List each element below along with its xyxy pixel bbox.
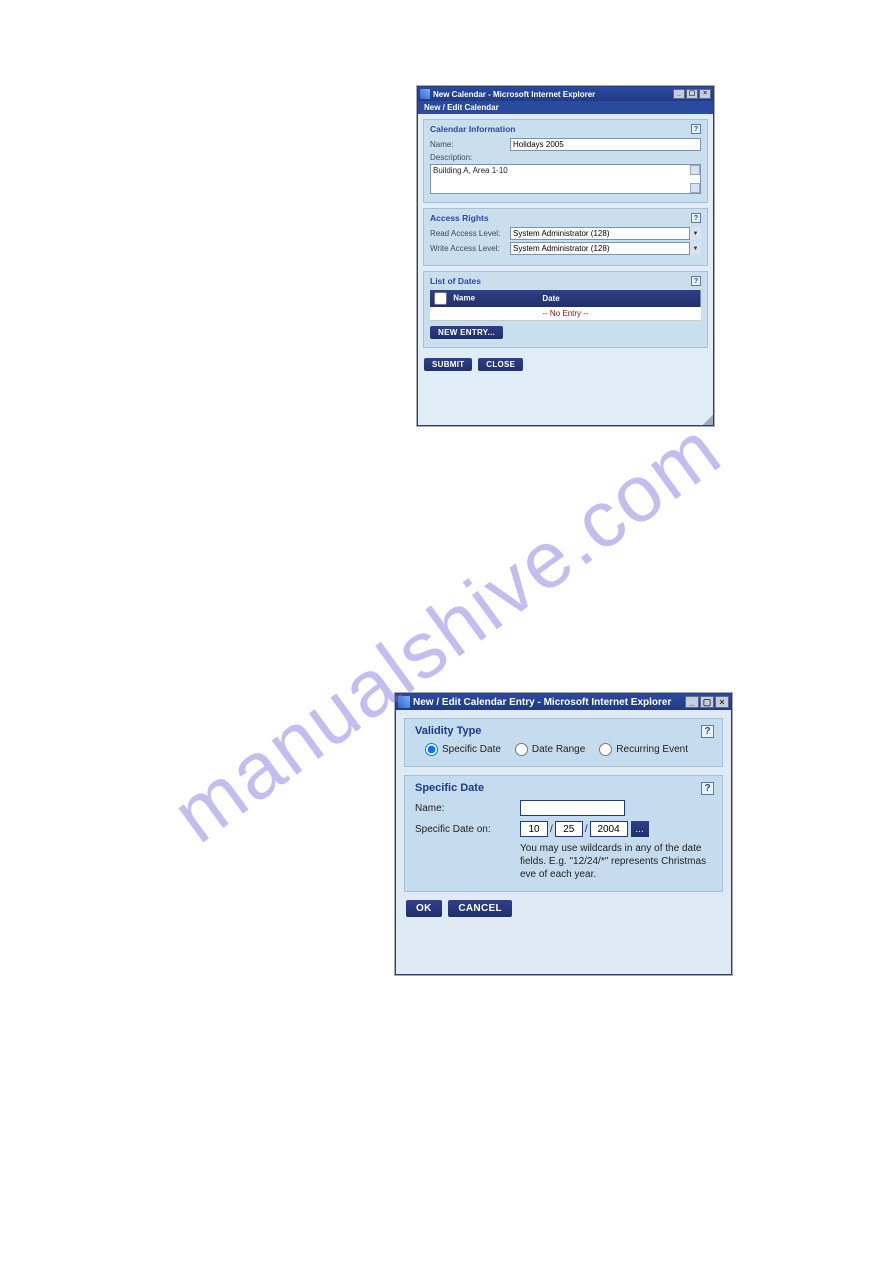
help-icon[interactable]: ? [691, 276, 701, 286]
panel-validity-type: ? Validity Type Specific Date Date Range… [404, 718, 723, 767]
panel-title: Specific Date [415, 782, 712, 794]
radio-date-range[interactable]: Date Range [515, 743, 585, 756]
panel-title: Calendar Information [430, 124, 701, 134]
scroll-down-button[interactable] [690, 183, 700, 193]
name-label: Name: [430, 140, 510, 149]
help-icon[interactable]: ? [701, 782, 714, 795]
date-day-input[interactable] [555, 821, 583, 837]
panel-title: List of Dates [430, 276, 701, 286]
date-year-input[interactable] [590, 821, 628, 837]
radio-specific-label: Specific Date [442, 744, 501, 755]
name-input[interactable] [510, 138, 701, 151]
panel-specific-date: ? Specific Date Name: Specific Date on: … [404, 775, 723, 892]
page-subheader: New / Edit Calendar [418, 101, 713, 114]
date-separator: / [550, 824, 553, 835]
select-all-checkbox[interactable] [434, 292, 447, 305]
window-new-calendar: New Calendar - Microsoft Internet Explor… [417, 86, 714, 426]
help-icon[interactable]: ? [701, 725, 714, 738]
window-title: New / Edit Calendar Entry - Microsoft In… [413, 697, 685, 708]
panel-title: Access Rights [430, 213, 701, 223]
titlebar: New Calendar - Microsoft Internet Explor… [418, 87, 713, 101]
panel-calendar-information: ? Calendar Information Name: Description… [423, 119, 708, 203]
description-textarea[interactable]: Building A, Area 1-10 [430, 164, 701, 194]
new-entry-button[interactable]: NEW ENTRY... [430, 326, 503, 339]
radio-specific-input[interactable] [425, 743, 438, 756]
date-month-input[interactable] [520, 821, 548, 837]
help-icon[interactable]: ? [691, 213, 701, 223]
maximize-button[interactable]: ▢ [700, 696, 714, 708]
date-separator: / [585, 824, 588, 835]
entry-name-label: Name: [415, 803, 520, 814]
radio-recur-input[interactable] [599, 743, 612, 756]
col-name-label: Name [453, 294, 475, 303]
write-access-label: Write Access Level: [430, 244, 510, 253]
radio-specific-date[interactable]: Specific Date [425, 743, 501, 756]
ok-button[interactable]: OK [406, 900, 442, 917]
read-access-select[interactable] [510, 227, 701, 240]
maximize-button[interactable]: ▢ [686, 89, 698, 99]
window-new-calendar-entry: New / Edit Calendar Entry - Microsoft In… [395, 693, 732, 975]
minimize-button[interactable]: _ [673, 89, 685, 99]
no-entry-row: -- No Entry -- [430, 307, 701, 321]
resize-grip-icon[interactable] [703, 415, 713, 425]
panel-list-of-dates: ? List of Dates Name Date -- No Entry --… [423, 271, 708, 348]
date-picker-button[interactable]: ... [631, 821, 649, 837]
date-hint-text: You may use wildcards in any of the date… [520, 842, 712, 881]
read-access-label: Read Access Level: [430, 229, 510, 238]
window-title: New Calendar - Microsoft Internet Explor… [433, 90, 673, 99]
panel-title: Validity Type [415, 725, 712, 737]
radio-range-label: Date Range [532, 744, 585, 755]
close-button[interactable]: CLOSE [478, 358, 523, 371]
close-window-button[interactable]: × [699, 89, 711, 99]
col-name-header: Name [430, 290, 538, 307]
specific-date-label: Specific Date on: [415, 824, 520, 835]
col-date-header: Date [538, 290, 701, 307]
panel-access-rights: ? Access Rights Read Access Level: ▼ Wri… [423, 208, 708, 266]
description-label: Description: [430, 153, 510, 162]
cancel-button[interactable]: CANCEL [448, 900, 511, 917]
entry-name-input[interactable] [520, 800, 625, 816]
ie-icon [420, 89, 430, 99]
ie-icon [398, 696, 410, 708]
titlebar: New / Edit Calendar Entry - Microsoft In… [396, 694, 731, 710]
close-window-button[interactable]: × [715, 696, 729, 708]
minimize-button[interactable]: _ [685, 696, 699, 708]
radio-recurring-event[interactable]: Recurring Event [599, 743, 688, 756]
scroll-up-button[interactable] [690, 165, 700, 175]
dates-table: Name Date -- No Entry -- [430, 290, 701, 321]
description-value: Building A, Area 1-10 [433, 166, 508, 175]
submit-button[interactable]: SUBMIT [424, 358, 472, 371]
radio-range-input[interactable] [515, 743, 528, 756]
help-icon[interactable]: ? [691, 124, 701, 134]
write-access-select[interactable] [510, 242, 701, 255]
radio-recur-label: Recurring Event [616, 744, 688, 755]
